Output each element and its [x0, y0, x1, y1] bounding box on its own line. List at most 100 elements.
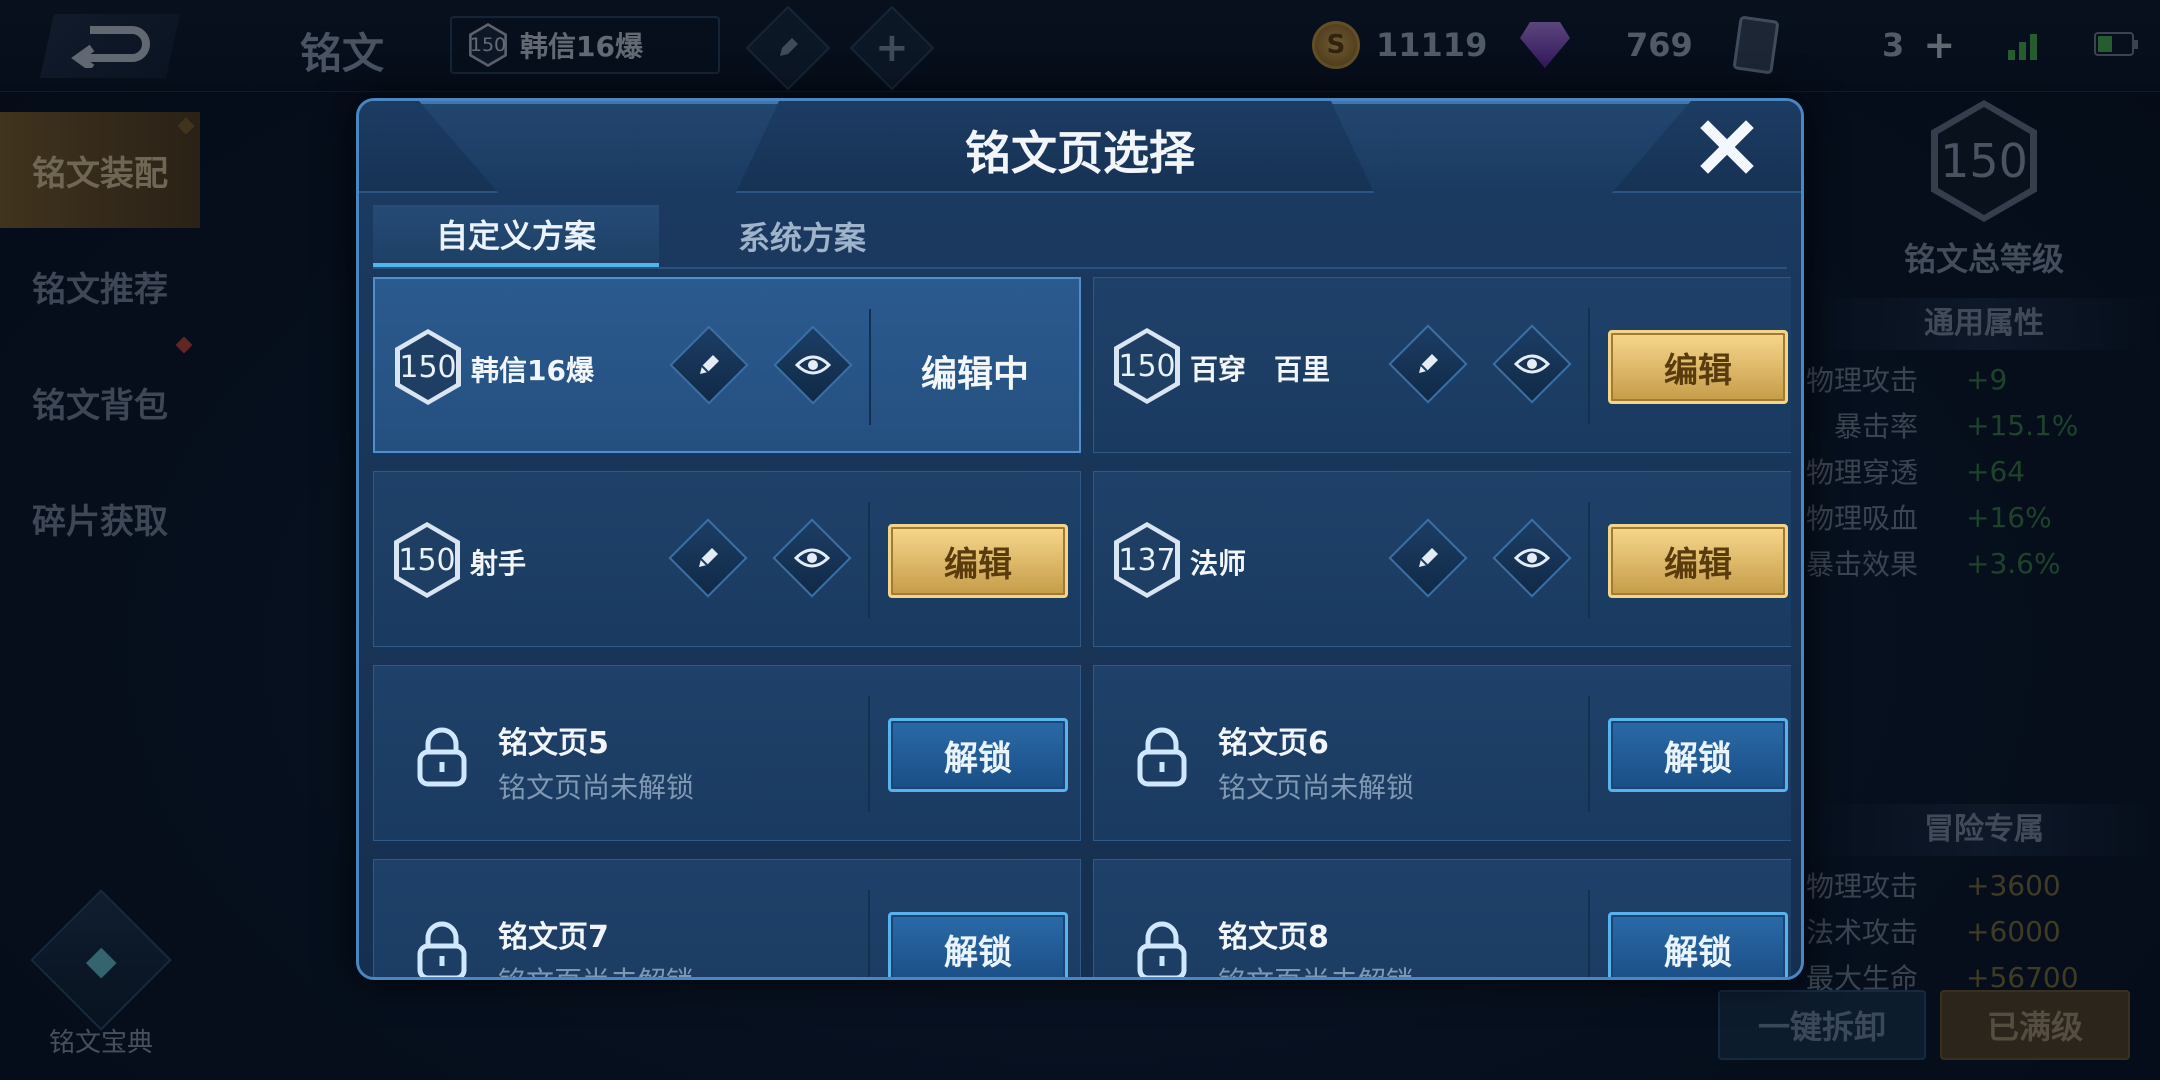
lock-icon — [417, 727, 467, 787]
rune-page-card[interactable]: 137 法师 编辑 — [1093, 471, 1791, 647]
rename-button[interactable] — [1388, 324, 1468, 404]
battery-icon — [2094, 32, 2138, 56]
rune-page-name: 韩信16爆 — [471, 354, 594, 387]
pencil-icon — [700, 355, 719, 374]
level-badge: 150 — [394, 522, 460, 598]
eye-icon — [1514, 548, 1550, 568]
add-card-icon[interactable]: + — [1920, 23, 1958, 67]
preview-button[interactable] — [1492, 324, 1572, 404]
locked-page-card: 铭文页8 铭文页尚未解锁 解锁 — [1093, 859, 1791, 977]
rune-page-grid: 150 韩信16爆 编辑中 150 百穿 百里 编辑 150 射手 编辑 137… — [373, 277, 1791, 977]
nav-item-equip[interactable]: 铭文装配 — [0, 112, 200, 228]
gold-currency: S 11119 — [1312, 14, 1487, 76]
locked-page-card: 铭文页6 铭文页尚未解锁 解锁 — [1093, 665, 1791, 841]
current-page-name: 韩信16爆 — [520, 30, 643, 63]
adventure-stats-header: 冒险专属 — [1808, 804, 2160, 856]
level-badge: 150 — [395, 329, 461, 405]
nav-item-bag[interactable]: 铭文背包 — [0, 336, 200, 460]
preview-button[interactable] — [772, 518, 852, 598]
tabs-divider — [373, 267, 1787, 269]
right-panel: 150 铭文总等级 通用属性 物理攻击 +9 暴击率 +15.1% 物理穿透 +64 … — [1805, 100, 2160, 1000]
rune-page-select-dialog: 铭文页选择 自定义方案 系统方案 150 韩信16爆 编辑中 150 百穿 百里… — [356, 98, 1804, 980]
eye-icon — [1514, 354, 1550, 374]
edit-button[interactable]: 编辑 — [1608, 330, 1788, 404]
current-page-chip[interactable]: 150 韩信16爆 — [450, 16, 720, 74]
locked-page-card: 铭文页5 铭文页尚未解锁 解锁 — [373, 665, 1081, 841]
rename-button[interactable] — [669, 325, 749, 405]
diamond-currency: 769 — [1520, 14, 1693, 76]
locked-page-name: 铭文页7 — [498, 920, 609, 955]
tab-system[interactable]: 系统方案 — [659, 205, 945, 267]
edit-button[interactable]: 编辑 — [1608, 524, 1788, 598]
preview-button[interactable] — [1492, 518, 1572, 598]
diamond-icon — [1520, 22, 1570, 68]
nav-item-recommend[interactable]: 铭文推荐 — [0, 228, 200, 344]
eye-icon — [795, 355, 831, 375]
lock-icon — [1137, 727, 1187, 787]
lock-icon — [417, 921, 467, 977]
nav-label: 铭文装配 — [32, 153, 168, 194]
lock-icon — [1137, 921, 1187, 977]
locked-page-hint: 铭文页尚未解锁 — [1218, 960, 1414, 977]
rename-button[interactable] — [1388, 518, 1468, 598]
unlock-button[interactable]: 解锁 — [888, 718, 1068, 792]
divider — [868, 890, 870, 977]
rune-page-name: 射手 — [470, 547, 527, 580]
stat-row: 法术攻击 +6000 — [1805, 914, 2061, 950]
level-badge: 150 — [469, 23, 507, 67]
back-arrow-icon — [71, 26, 150, 68]
divider — [868, 502, 870, 618]
tab-custom[interactable]: 自定义方案 — [373, 205, 659, 267]
close-icon — [1700, 120, 1754, 174]
add-page-button[interactable]: + — [849, 5, 935, 91]
preview-button[interactable] — [773, 325, 853, 405]
rune-page-name: 百穿 百里 — [1190, 353, 1331, 386]
gold-amount: 11119 — [1376, 26, 1488, 64]
book-icon: ◆ — [30, 889, 172, 1031]
dismantle-all-button[interactable]: 一键拆卸 — [1718, 990, 1926, 1060]
maxed-button[interactable]: 已满级 — [1940, 990, 2130, 1060]
unlock-button[interactable]: 解锁 — [1608, 912, 1788, 977]
unlock-button[interactable]: 解锁 — [1608, 718, 1788, 792]
rune-page-card[interactable]: 150 百穿 百里 编辑 — [1093, 277, 1791, 453]
locked-page-name: 铭文页6 — [1218, 726, 1329, 761]
rune-page-name: 法师 — [1190, 547, 1247, 580]
dialog-header: 铭文页选择 — [359, 101, 1801, 193]
rename-button[interactable] — [668, 518, 748, 598]
locked-page-name: 铭文页5 — [498, 726, 609, 761]
pencil-icon — [1419, 354, 1438, 373]
nav-label: 碎片获取 — [32, 501, 168, 542]
level-badge: 150 — [1114, 328, 1180, 404]
level-badge: 137 — [1114, 522, 1180, 598]
unlock-button[interactable]: 解锁 — [888, 912, 1068, 977]
codex-button[interactable]: ◆ 铭文宝典 — [30, 889, 172, 1059]
card-amount: 3 — [1882, 26, 1905, 64]
gold-coin-icon: S — [1312, 21, 1360, 69]
rename-button[interactable] — [745, 5, 831, 91]
rune-page-card[interactable]: 150 射手 编辑 — [373, 471, 1081, 647]
edit-button[interactable]: 编辑 — [888, 524, 1068, 598]
locked-page-name: 铭文页8 — [1218, 920, 1329, 955]
card-currency: 3 + — [1732, 14, 1958, 76]
signal-icon — [2008, 30, 2037, 60]
pencil-icon — [780, 38, 798, 56]
locked-page-hint: 铭文页尚未解锁 — [498, 771, 695, 804]
plus-icon: + — [875, 24, 909, 71]
divider — [1588, 308, 1590, 424]
locked-page-hint: 铭文页尚未解锁 — [1218, 771, 1415, 804]
divider — [1588, 696, 1590, 812]
top-bar: 铭文 150 韩信16爆 + S 11119 769 3 + — [0, 0, 2160, 92]
total-level-badge: 150 — [1931, 100, 2037, 222]
pencil-icon — [1419, 548, 1438, 567]
right-panel-buttons: 一键拆卸 已满级 — [1718, 990, 2130, 1060]
close-button[interactable] — [1695, 115, 1759, 179]
back-button[interactable] — [40, 14, 180, 78]
stat-row: 物理攻击 +9 — [1805, 362, 2008, 398]
locked-page-card: 铭文页7 铭文页尚未解锁 解锁 — [373, 859, 1081, 977]
rune-page-card[interactable]: 150 韩信16爆 编辑中 — [373, 277, 1081, 453]
nav-item-fragments[interactable]: 碎片获取 — [0, 460, 200, 576]
eye-icon — [794, 548, 830, 568]
divider — [1588, 502, 1590, 618]
divider — [868, 696, 870, 812]
editing-status: 编辑中 — [920, 354, 1029, 395]
